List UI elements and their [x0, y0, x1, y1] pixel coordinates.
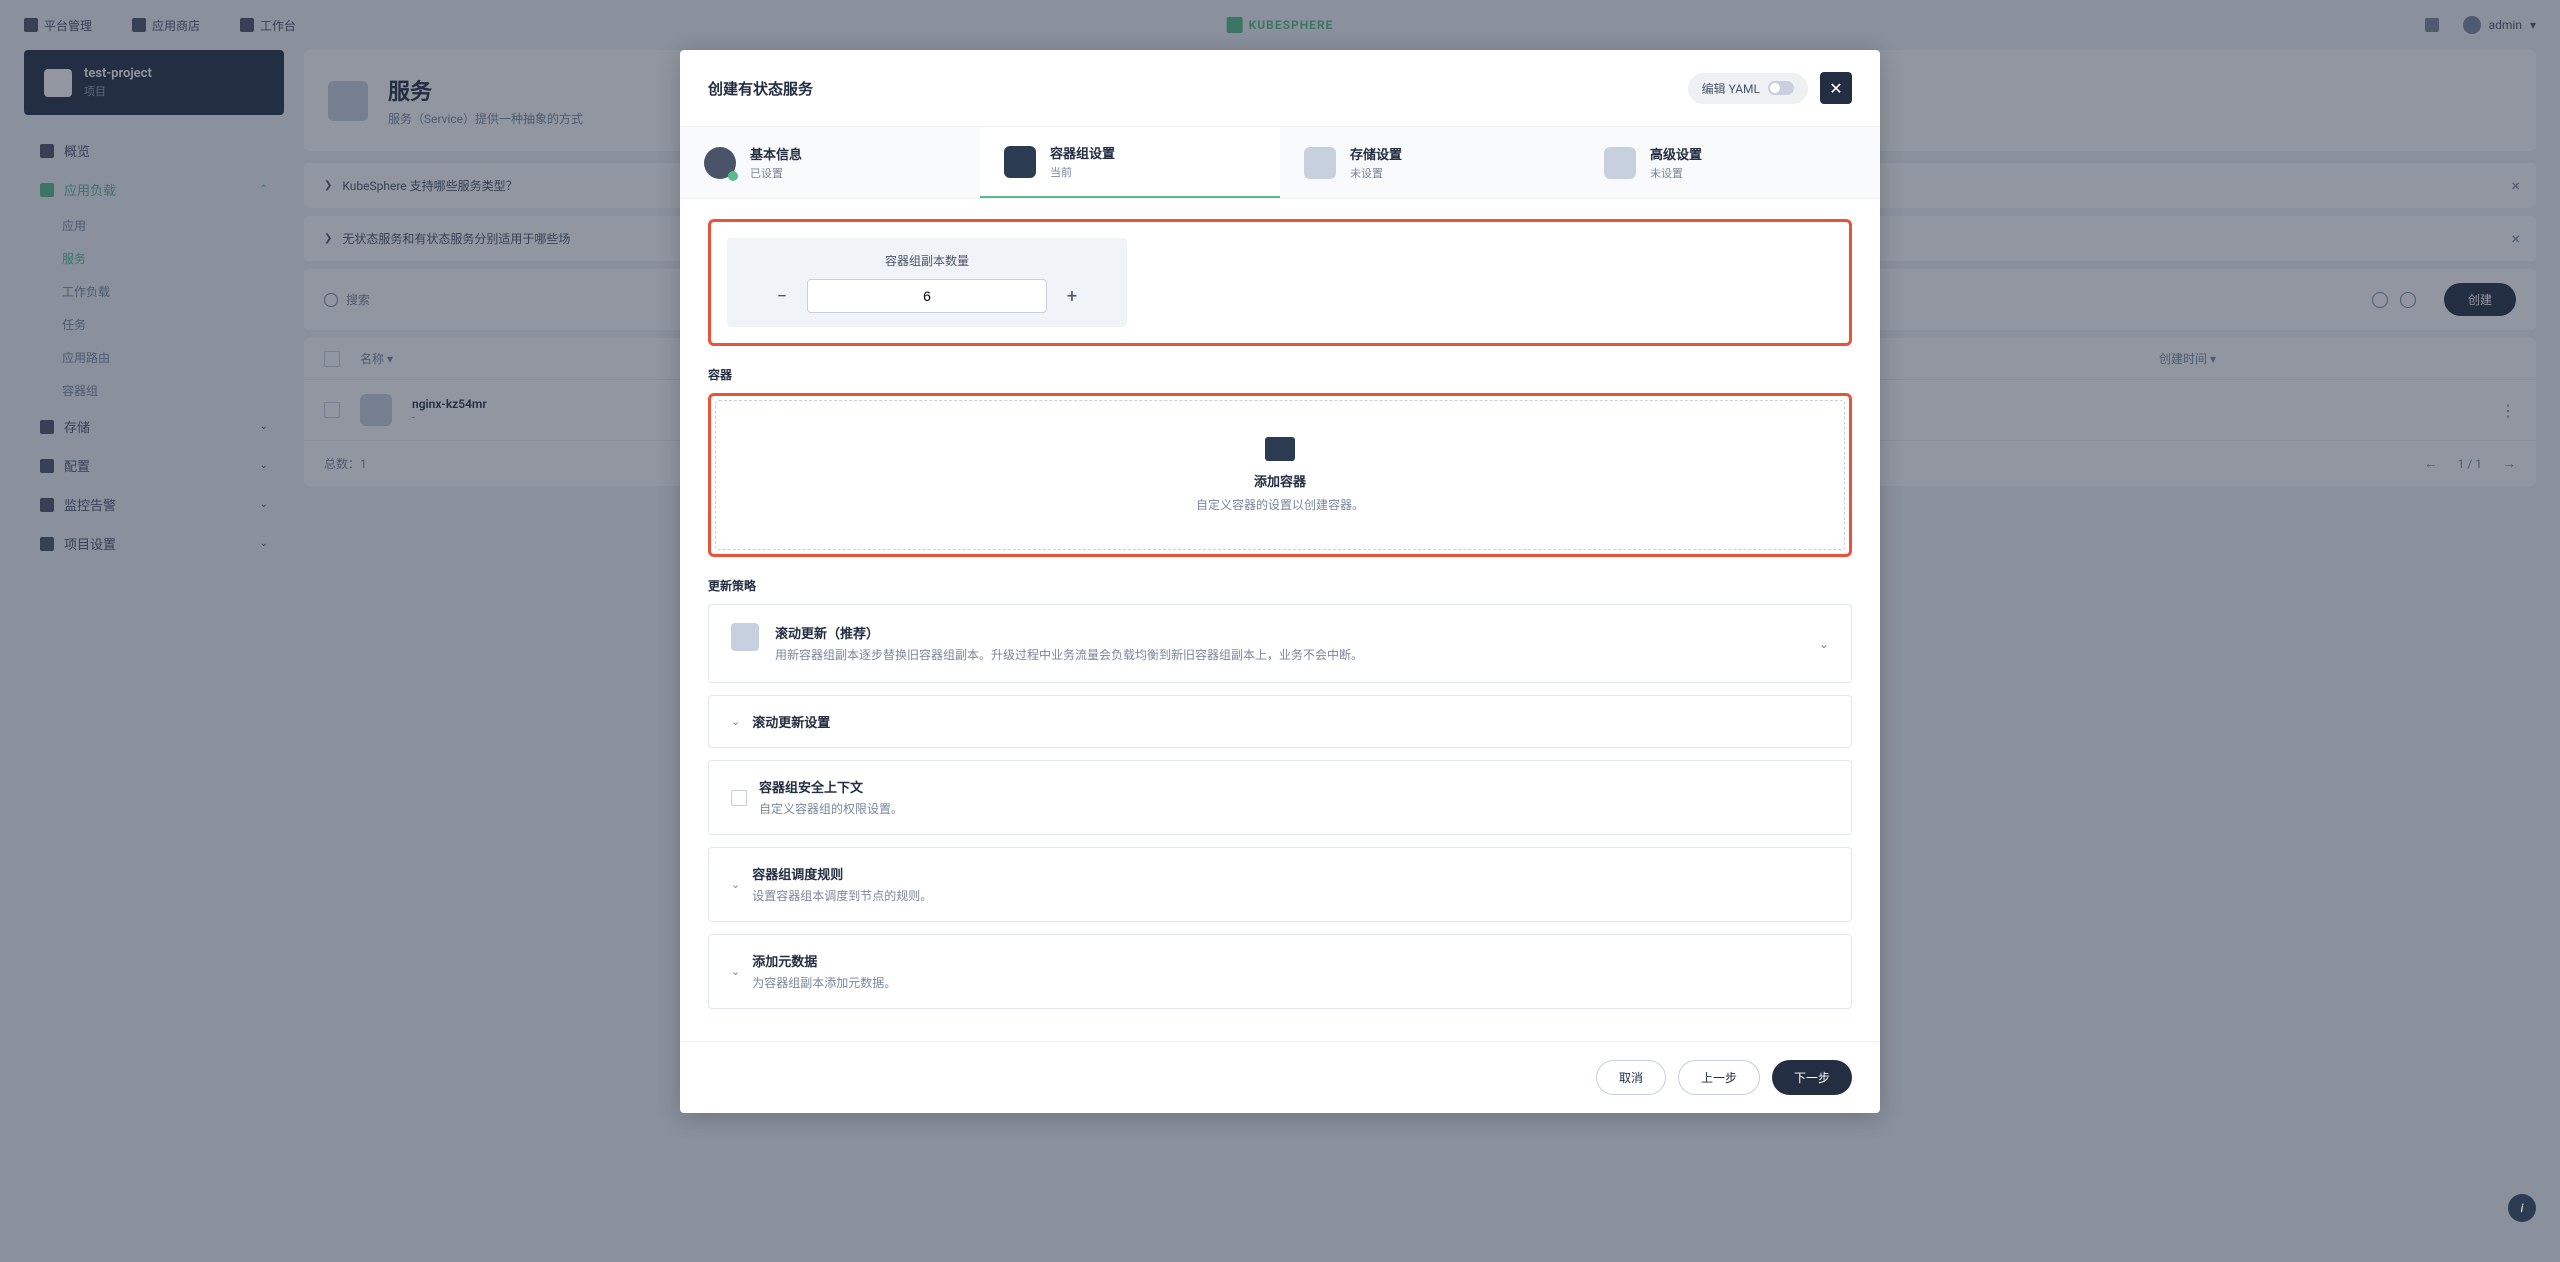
- update-icon: [731, 623, 759, 651]
- toggle-switch-icon: [1768, 81, 1794, 95]
- container-section-highlight: 添加容器 自定义容器的设置以创建容器。: [708, 393, 1852, 557]
- security-context-checkbox[interactable]: [731, 790, 747, 806]
- tab-basic-info[interactable]: 基本信息 已设置: [680, 127, 980, 198]
- replica-input[interactable]: [807, 279, 1047, 313]
- next-button[interactable]: 下一步: [1772, 1060, 1852, 1095]
- tab-pod-settings[interactable]: 容器组设置 当前: [980, 127, 1280, 198]
- create-stateful-service-modal: 创建有状态服务 编辑 YAML ✕ 基本信息 已设置: [680, 50, 1880, 1113]
- scheduling-card[interactable]: ⌄ 容器组调度规则 设置容器组本调度到节点的规则。: [708, 847, 1852, 922]
- sliders-icon: [1604, 147, 1636, 179]
- update-strategy-label: 更新策略: [708, 577, 1852, 594]
- tab-advanced-settings[interactable]: 高级设置 未设置: [1580, 127, 1880, 198]
- tab-volume-settings[interactable]: 存储设置 未设置: [1280, 127, 1580, 198]
- chevron-down-icon: ⌄: [731, 965, 740, 978]
- replica-decrement-button[interactable]: −: [767, 281, 797, 311]
- modal-overlay: 创建有状态服务 编辑 YAML ✕ 基本信息 已设置: [0, 0, 2560, 1262]
- add-container-title: 添加容器: [752, 471, 1808, 490]
- chevron-down-icon: ⌄: [1819, 637, 1829, 651]
- modal-title: 创建有状态服务: [708, 78, 813, 99]
- container-section-label: 容器: [708, 366, 1852, 383]
- edit-yaml-toggle[interactable]: 编辑 YAML: [1688, 73, 1808, 104]
- check-badge-icon: [728, 171, 738, 181]
- chevron-down-icon: ⌄: [731, 715, 740, 728]
- docker-icon: [1265, 437, 1295, 461]
- add-container-desc: 自定义容器的设置以创建容器。: [752, 496, 1808, 513]
- close-button[interactable]: ✕: [1820, 72, 1852, 104]
- record-icon: [704, 147, 736, 179]
- chevron-down-icon: ⌄: [731, 878, 740, 891]
- storage-icon: [1304, 147, 1336, 179]
- help-fab-button[interactable]: i: [2508, 1194, 2536, 1222]
- replica-section-highlight: 容器组副本数量 − +: [708, 219, 1852, 346]
- close-icon: ✕: [1829, 79, 1842, 98]
- rolling-settings-card[interactable]: ⌄ 滚动更新设置: [708, 695, 1852, 748]
- rolling-update-card[interactable]: 滚动更新（推荐） 用新容器组副本逐步替换旧容器组副本。升级过程中业务流量会负载均…: [708, 604, 1852, 683]
- replica-increment-button[interactable]: +: [1057, 281, 1087, 311]
- metadata-card[interactable]: ⌄ 添加元数据 为容器组副本添加元数据。: [708, 934, 1852, 1009]
- docker-icon: [1004, 146, 1036, 178]
- cancel-button[interactable]: 取消: [1596, 1060, 1666, 1095]
- security-context-card[interactable]: 容器组安全上下文 自定义容器组的权限设置。: [708, 760, 1852, 835]
- prev-button[interactable]: 上一步: [1678, 1060, 1760, 1095]
- add-container-button[interactable]: 添加容器 自定义容器的设置以创建容器。: [715, 400, 1845, 550]
- replica-label: 容器组副本数量: [745, 252, 1109, 269]
